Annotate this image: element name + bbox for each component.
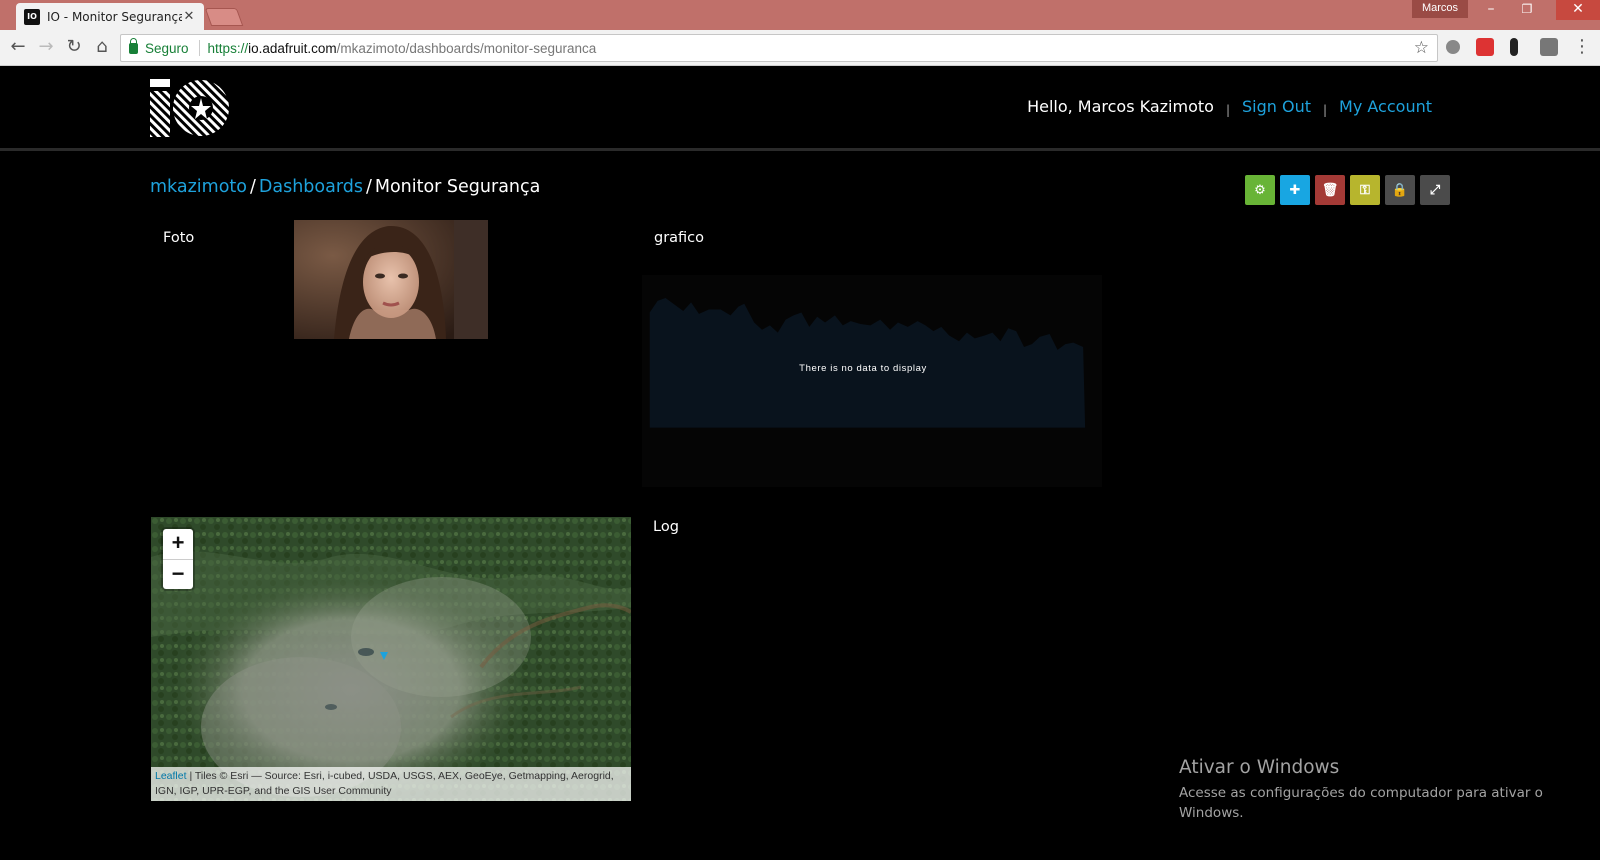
sign-out-link[interactable]: Sign Out bbox=[1242, 97, 1311, 116]
activation-text: Acesse as configurações do computador pa… bbox=[1179, 785, 1543, 821]
header-separator: | bbox=[1225, 102, 1230, 117]
url-scheme: https:// bbox=[207, 40, 249, 56]
my-account-link[interactable]: My Account bbox=[1339, 97, 1432, 116]
add-block-button[interactable]: ✚ bbox=[1280, 175, 1310, 205]
header-separator: | bbox=[1322, 102, 1328, 117]
url-path: /mkazimoto/dashboards/monitor-seguranca bbox=[336, 40, 597, 56]
satellite-map-tiles[interactable] bbox=[151, 517, 631, 801]
browser-tab[interactable]: IO IO - Monitor Segurança ✕ bbox=[16, 3, 204, 30]
breadcrumb-user-link[interactable]: mkazimoto bbox=[150, 177, 247, 197]
new-tab-button[interactable] bbox=[204, 8, 244, 26]
pocket-icon[interactable] bbox=[1476, 38, 1494, 56]
io-favicon-icon: IO bbox=[24, 8, 40, 25]
image-block[interactable] bbox=[294, 220, 488, 339]
close-tab-icon[interactable]: ✕ bbox=[182, 9, 196, 24]
zoom-out-button[interactable]: − bbox=[163, 559, 193, 589]
log-block-title: Log bbox=[653, 519, 679, 535]
lock-button[interactable]: 🔒 bbox=[1385, 175, 1415, 205]
profile-badge[interactable]: Marcos bbox=[1412, 0, 1468, 18]
map-block[interactable]: + − Leaflet | Tiles © Esri — Source: Esr… bbox=[151, 517, 631, 801]
microphone-icon[interactable] bbox=[1510, 38, 1518, 56]
lock-icon bbox=[129, 37, 138, 54]
header-links: Hello, Marcos Kazimoto | Sign Out | My A… bbox=[1027, 97, 1432, 117]
key-button[interactable]: ⚿ bbox=[1350, 175, 1380, 205]
forward-icon[interactable]: → bbox=[34, 36, 58, 60]
attribution-text: | Tiles © Esri — Source: Esri, i-cubed, … bbox=[155, 770, 614, 797]
restore-button[interactable]: ❐ bbox=[1512, 0, 1542, 20]
zoom-control: + − bbox=[163, 529, 193, 589]
extension-square-icon[interactable] bbox=[1540, 38, 1558, 56]
back-icon[interactable]: ← bbox=[6, 36, 30, 60]
map-attribution: Leaflet | Tiles © Esri — Source: Esri, i… bbox=[151, 767, 631, 801]
greeting: Hello, Marcos Kazimoto bbox=[1027, 97, 1214, 116]
settings-button[interactable]: ⚙ bbox=[1245, 175, 1275, 205]
chart-placeholder-area bbox=[649, 298, 1086, 428]
omnibox-divider bbox=[198, 40, 200, 56]
chart-block-title: grafico bbox=[654, 230, 705, 246]
address-bar[interactable]: Seguro https://io.adafruit.com/mkazimoto… bbox=[120, 34, 1438, 62]
breadcrumb: mkazimoto / Dashboards / Monitor Seguran… bbox=[150, 177, 540, 197]
secure-label: Seguro bbox=[145, 40, 189, 56]
page-title: Monitor Segurança bbox=[374, 177, 541, 197]
page: Hello, Marcos Kazimoto | Sign Out | My A… bbox=[0, 67, 1600, 860]
minimize-button[interactable]: – bbox=[1476, 0, 1506, 20]
extension-icon[interactable] bbox=[1446, 40, 1460, 54]
activation-title: Ativar o Windows bbox=[1179, 757, 1340, 778]
breadcrumb-separator: / bbox=[249, 177, 256, 197]
url-host: io.adafruit.com bbox=[248, 40, 337, 56]
windows-activation-watermark: Ativar o Windows Acesse as configurações… bbox=[1179, 757, 1559, 823]
fullscreen-button[interactable]: ⤢ bbox=[1420, 175, 1450, 205]
close-window-button[interactable]: ✕ bbox=[1556, 0, 1600, 20]
chrome-menu-icon[interactable]: ⋮ bbox=[1570, 36, 1594, 60]
chart-empty-message: There is no data to display bbox=[799, 363, 927, 374]
adafruit-io-logo[interactable] bbox=[150, 79, 230, 137]
dashboard-toolbar: ⚙ ✚ 🗑 ⚿ 🔒 ⤢ bbox=[1245, 175, 1450, 205]
site-header: Hello, Marcos Kazimoto | Sign Out | My A… bbox=[0, 67, 1600, 151]
home-icon[interactable]: ⌂ bbox=[90, 36, 114, 60]
browser-toolbar: ← → ↻ ⌂ Seguro https://io.adafruit.com/m… bbox=[0, 30, 1600, 66]
delete-button[interactable]: 🗑 bbox=[1315, 175, 1345, 205]
tab-title: IO - Monitor Segurança bbox=[47, 9, 182, 24]
photo-block-title: Foto bbox=[163, 230, 195, 246]
reload-icon[interactable]: ↻ bbox=[62, 36, 86, 60]
breadcrumb-separator: / bbox=[365, 177, 372, 197]
leaflet-link[interactable]: Leaflet bbox=[155, 770, 187, 782]
browser-titlebar: IO IO - Monitor Segurança ✕ Marcos – ❐ ✕ bbox=[0, 0, 1600, 30]
breadcrumb-dashboards-link[interactable]: Dashboards bbox=[259, 177, 363, 197]
star-icon[interactable]: ☆ bbox=[1414, 38, 1429, 58]
line-chart-block[interactable]: There is no data to display bbox=[642, 275, 1102, 487]
zoom-in-button[interactable]: + bbox=[163, 529, 193, 559]
